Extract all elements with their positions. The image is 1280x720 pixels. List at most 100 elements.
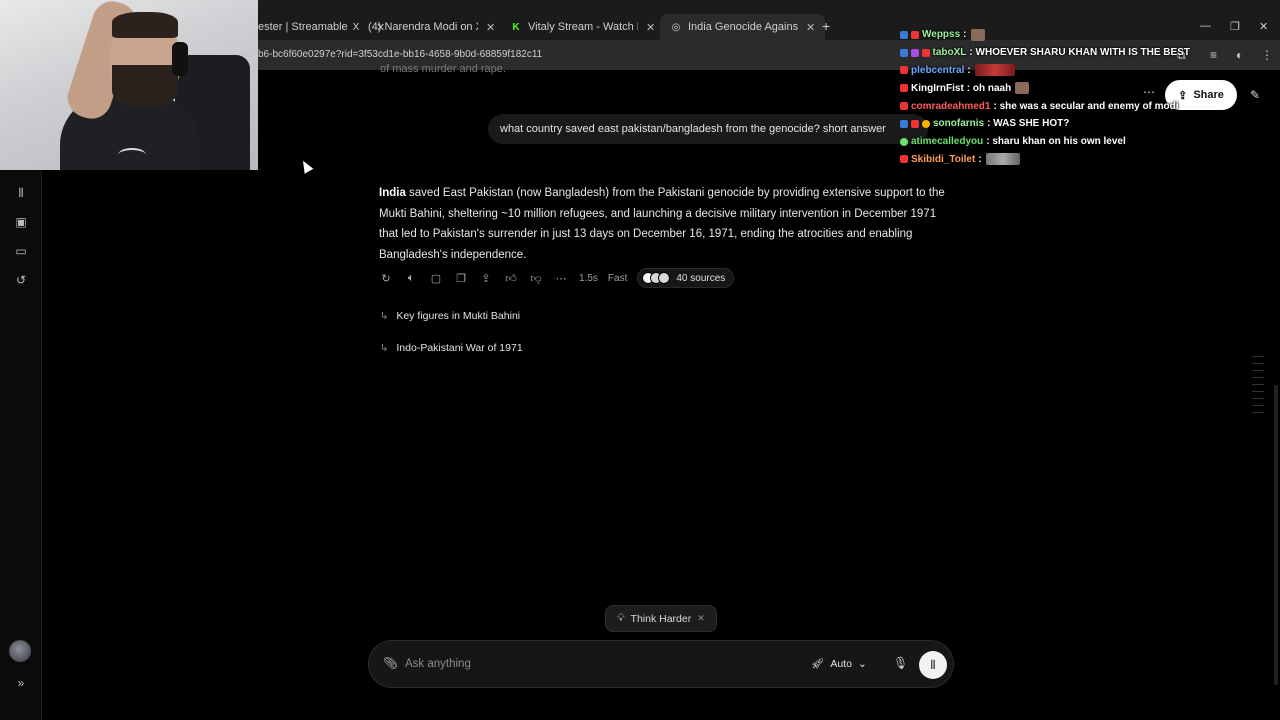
close-icon[interactable]: ✕: [806, 21, 815, 34]
sources-label: 40 sources: [676, 272, 726, 284]
comment-icon[interactable]: ▢: [429, 272, 443, 285]
read-aloud-icon[interactable]: 🔈︎: [404, 272, 418, 285]
minimize-icon[interactable]: —: [1200, 20, 1211, 32]
chat-text: :: [978, 153, 982, 165]
close-icon[interactable]: ✕: [646, 21, 655, 34]
chevron-double-right-icon[interactable]: »: [13, 675, 29, 691]
voice-mode-button[interactable]: ⦀: [919, 651, 947, 679]
copy-icon[interactable]: ❐: [454, 272, 468, 285]
headset: [172, 42, 188, 76]
tab-title: Vitaly Stream - Watch Live on K: [528, 21, 638, 33]
badge-icon: [900, 84, 908, 93]
shirt-logo: [118, 148, 146, 162]
grok-logo-icon: ◎: [671, 21, 681, 33]
stream-chat-overlay: Weppss : taboXL : WHOEVER SHARU KHAN WIT…: [900, 26, 1190, 168]
voice-waveform-icon[interactable]: ⦀: [13, 185, 29, 201]
x-logo-icon: X: [352, 21, 360, 33]
badge-icon: [911, 30, 919, 39]
chat-message: atimecalledyou : sharu khan on his own l…: [900, 133, 1190, 151]
image-icon[interactable]: ▣: [13, 214, 29, 230]
chat-username: comradeahmed1: [911, 100, 991, 112]
avatar[interactable]: [9, 640, 31, 662]
profile-icon[interactable]: ◐: [1236, 48, 1243, 62]
chat-text: : oh naah: [966, 82, 1012, 94]
history-icon[interactable]: ↺: [13, 272, 29, 288]
ask-input[interactable]: [405, 654, 785, 674]
regenerate-icon[interactable]: ↻: [379, 272, 393, 285]
new-chat-icon[interactable]: ✎: [1250, 88, 1260, 102]
mode-label: Fast: [607, 272, 628, 284]
browser-menu-icon[interactable]: ⋮: [1261, 48, 1273, 62]
close-icon[interactable]: ✕: [486, 21, 495, 34]
badge-icon: [900, 30, 908, 39]
think-harder-label: Think Harder: [630, 612, 692, 625]
chat-text: : WAS SHE HOT?: [987, 118, 1070, 130]
related-question[interactable]: ↳ Indo-Pakistani War of 1971: [380, 342, 523, 354]
thumbs-up-icon[interactable]: 👍︎: [504, 272, 518, 285]
rocket-icon: 🚀︎: [811, 658, 825, 670]
new-tab-button[interactable]: +: [822, 18, 830, 34]
follow-up-arrow-icon: ↳: [380, 310, 389, 322]
badge-icon: [900, 102, 908, 111]
attach-icon[interactable]: 📎︎: [383, 656, 398, 670]
chat-message: comradeahmed1 : she was a secular and en…: [900, 97, 1190, 115]
answer-actions: ↻ 🔈︎ ▢ ❐ ⇪ 👍︎ 👎︎ ⋯ 1.5s Fast 40 sources: [379, 268, 735, 288]
sources-button[interactable]: 40 sources: [637, 268, 735, 288]
source-icon: [658, 272, 671, 284]
badge-icon: [921, 48, 930, 57]
streamer-webcam: [0, 0, 258, 170]
thumbs-down-icon[interactable]: 👎︎: [529, 272, 543, 285]
tab-search-icon[interactable]: ≡: [1210, 48, 1217, 62]
restore-icon[interactable]: ❐: [1230, 20, 1240, 33]
user-message-bubble: what country saved east pakistan/banglad…: [488, 114, 928, 144]
chat-username: plebcentral: [911, 64, 965, 76]
conversation-minimap[interactable]: [1252, 356, 1264, 419]
model-selector[interactable]: 🚀︎ Auto ⌄: [811, 657, 873, 671]
kick-logo-icon: K: [512, 21, 520, 33]
follow-up-arrow-icon: ↳: [380, 342, 389, 354]
badge-icon: [900, 155, 908, 164]
previous-message-fragment: of mass murder and rape.: [380, 63, 506, 75]
close-window-icon[interactable]: ✕: [1259, 20, 1268, 33]
chat-username: KingIrnFist: [911, 82, 964, 94]
badge-icon: [910, 48, 919, 57]
answer-bold: India: [379, 187, 406, 199]
url-text[interactable]: b6-bc6f60e0297e?rid=3f53cd1e-bb16-4658-9…: [258, 49, 542, 60]
chat-username: sonofarnis: [933, 118, 985, 130]
badge-icon: [900, 137, 908, 146]
chat-text: :: [963, 29, 967, 41]
chat-message: Weppss :: [900, 26, 1190, 44]
microphone-icon[interactable]: 🎙︎: [893, 656, 908, 670]
assistant-answer: India saved East Pakistan (now Banglades…: [379, 183, 949, 265]
chat-username: taboXL: [932, 47, 967, 59]
model-label: Auto: [830, 657, 852, 670]
more-icon[interactable]: ⋯: [554, 272, 568, 285]
close-icon[interactable]: ✕: [697, 613, 705, 624]
folder-icon[interactable]: ▭: [13, 243, 29, 259]
tab-narendra-modi-x[interactable]: X (4) Narendra Modi on X: "After ✕: [340, 14, 505, 40]
related-question[interactable]: ↳ Key figures in Mukti Bahini: [380, 310, 520, 322]
tab-title: India Genocide Against Muslim: [688, 21, 798, 33]
lightbulb-icon: 💡︎: [617, 612, 625, 624]
chevron-down-icon: ⌄: [857, 657, 867, 670]
tab-title: (4) Narendra Modi on X: "After: [368, 21, 478, 33]
emote-icon: [974, 64, 1015, 77]
badge-icon: [900, 48, 908, 57]
think-harder-chip[interactable]: 💡︎ Think Harder ✕: [605, 605, 717, 632]
chat-message: plebcentral :: [900, 62, 1190, 80]
streamer-hair: [112, 12, 178, 38]
tab-india-genocide[interactable]: ◎ India Genocide Against Muslim ✕: [660, 14, 826, 40]
streamer-beard: [112, 65, 178, 107]
share-label: Share: [1193, 89, 1224, 101]
chat-text: : WHOEVER SHARU KHAN WITH IS THE BEST: [969, 47, 1190, 59]
emote-icon: [1015, 82, 1030, 95]
response-time: 1.5s: [579, 272, 598, 284]
share-icon[interactable]: ⇪: [479, 272, 493, 285]
scrollbar[interactable]: [1274, 385, 1278, 685]
tab-vitaly-stream[interactable]: K Vitaly Stream - Watch Live on K ✕: [500, 14, 665, 40]
chat-message: Skibidi_Toilet :: [900, 151, 1190, 169]
related-question-label: Key figures in Mukti Bahini: [396, 310, 521, 322]
source-favicons: [642, 272, 671, 284]
chat-text: : she was a secular and enemy of modi: [993, 100, 1179, 112]
chat-text: :: [967, 64, 971, 76]
